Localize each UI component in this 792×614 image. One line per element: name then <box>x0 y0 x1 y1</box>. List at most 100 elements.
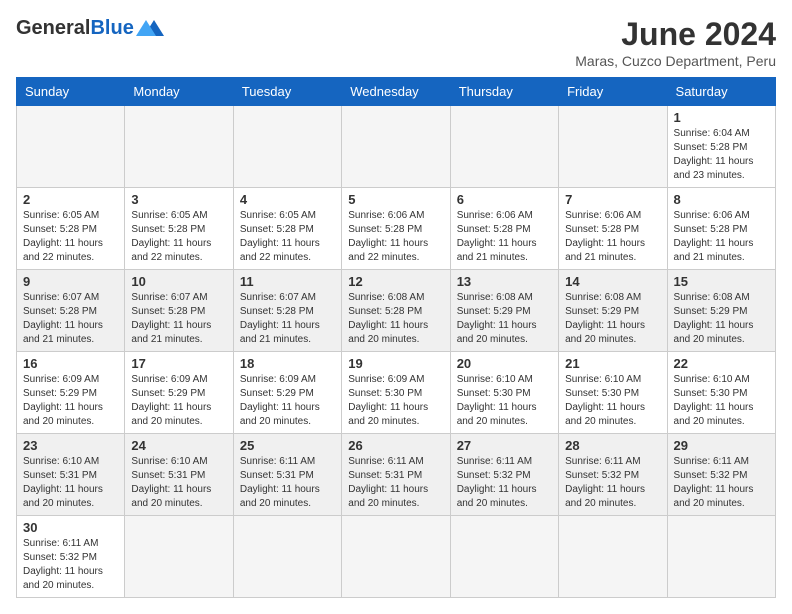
day-info: Sunrise: 6:07 AM Sunset: 5:28 PM Dayligh… <box>131 291 226 347</box>
calendar-day: 14 Sunrise: 6:08 AM Sunset: 5:29 PM Dayli… <box>559 270 667 352</box>
day-info: Sunrise: 6:08 AM Sunset: 5:29 PM Dayligh… <box>565 291 660 347</box>
title-area: June 2024 Maras, Cuzco Department, Peru <box>575 16 776 69</box>
day-number: 6 <box>457 192 552 207</box>
day-number: 30 <box>23 520 118 535</box>
day-number: 7 <box>565 192 660 207</box>
calendar-day: 3Sunrise: 6:05 AM Sunset: 5:28 PM Daylig… <box>125 188 233 270</box>
day-info: Sunrise: 6:10 AM Sunset: 5:31 PM Dayligh… <box>131 455 226 511</box>
day-info: Sunrise: 6:06 AM Sunset: 5:28 PM Dayligh… <box>565 209 660 265</box>
day-number: 18 <box>240 356 335 371</box>
day-info: Sunrise: 6:06 AM Sunset: 5:28 PM Dayligh… <box>457 209 552 265</box>
calendar-day <box>342 516 450 598</box>
calendar-day: 29Sunrise: 6:11 AM Sunset: 5:32 PM Dayli… <box>667 434 775 516</box>
day-number: 4 <box>240 192 335 207</box>
weekday-header: Saturday <box>667 78 775 106</box>
day-number: 23 <box>23 438 118 453</box>
day-info: Sunrise: 6:07 AM Sunset: 5:28 PM Dayligh… <box>240 291 335 347</box>
month-title: June 2024 <box>575 16 776 53</box>
calendar-week-row: 23 Sunrise: 6:10 AM Sunset: 5:31 PM Dayli… <box>17 434 776 516</box>
calendar-day: 9Sunrise: 6:07 AM Sunset: 5:28 PM Daylig… <box>17 270 125 352</box>
day-number: 26 <box>348 438 443 453</box>
weekday-header: Wednesday <box>342 78 450 106</box>
calendar-day: 24 Sunrise: 6:10 AM Sunset: 5:31 PM Dayli… <box>125 434 233 516</box>
day-info: Sunrise: 6:11 AM Sunset: 5:31 PM Dayligh… <box>240 455 335 511</box>
weekday-header: Tuesday <box>233 78 341 106</box>
calendar-day: 15 Sunrise: 6:08 AM Sunset: 5:29 PM Dayli… <box>667 270 775 352</box>
calendar-day: 10 Sunrise: 6:07 AM Sunset: 5:28 PM Dayli… <box>125 270 233 352</box>
day-number: 16 <box>23 356 118 371</box>
weekday-header: Thursday <box>450 78 558 106</box>
calendar-day <box>450 516 558 598</box>
day-number: 1 <box>674 110 769 125</box>
logo: General Blue <box>16 16 168 40</box>
day-number: 17 <box>131 356 226 371</box>
calendar-day <box>667 516 775 598</box>
day-number: 10 <box>131 274 226 289</box>
calendar-day <box>233 516 341 598</box>
calendar-week-row: 2 Sunrise: 6:05 AM Sunset: 5:28 PM Daylig… <box>17 188 776 270</box>
day-info: Sunrise: 6:05 AM Sunset: 5:28 PM Dayligh… <box>23 209 118 265</box>
day-number: 19 <box>348 356 443 371</box>
day-info: Sunrise: 6:10 AM Sunset: 5:30 PM Dayligh… <box>674 373 769 429</box>
day-number: 14 <box>565 274 660 289</box>
calendar-day <box>559 516 667 598</box>
day-number: 28 <box>565 438 660 453</box>
day-info: Sunrise: 6:11 AM Sunset: 5:31 PM Dayligh… <box>348 455 443 511</box>
day-number: 24 <box>131 438 226 453</box>
day-number: 13 <box>457 274 552 289</box>
logo-blue: Blue <box>90 17 133 40</box>
day-info: Sunrise: 6:09 AM Sunset: 5:29 PM Dayligh… <box>23 373 118 429</box>
day-info: Sunrise: 6:05 AM Sunset: 5:28 PM Dayligh… <box>240 209 335 265</box>
day-info: Sunrise: 6:10 AM Sunset: 5:30 PM Dayligh… <box>565 373 660 429</box>
calendar-day <box>559 106 667 188</box>
calendar-day: 19 Sunrise: 6:09 AM Sunset: 5:30 PM Dayli… <box>342 352 450 434</box>
calendar-day <box>450 106 558 188</box>
day-number: 21 <box>565 356 660 371</box>
day-info: Sunrise: 6:10 AM Sunset: 5:30 PM Dayligh… <box>457 373 552 429</box>
calendar-week-row: 16 Sunrise: 6:09 AM Sunset: 5:29 PM Dayli… <box>17 352 776 434</box>
day-number: 20 <box>457 356 552 371</box>
day-info: Sunrise: 6:09 AM Sunset: 5:30 PM Dayligh… <box>348 373 443 429</box>
calendar-day: 4 Sunrise: 6:05 AM Sunset: 5:28 PM Daylig… <box>233 188 341 270</box>
calendar-day: 21 Sunrise: 6:10 AM Sunset: 5:30 PM Dayli… <box>559 352 667 434</box>
calendar-day: 8Sunrise: 6:06 AM Sunset: 5:28 PM Daylig… <box>667 188 775 270</box>
day-info: Sunrise: 6:05 AM Sunset: 5:28 PM Dayligh… <box>131 209 226 265</box>
day-info: Sunrise: 6:04 AM Sunset: 5:28 PM Dayligh… <box>674 127 769 183</box>
calendar-week-row: 9Sunrise: 6:07 AM Sunset: 5:28 PM Daylig… <box>17 270 776 352</box>
weekday-header: Friday <box>559 78 667 106</box>
calendar-day: 25 Sunrise: 6:11 AM Sunset: 5:31 PM Dayli… <box>233 434 341 516</box>
calendar-day: 22Sunrise: 6:10 AM Sunset: 5:30 PM Dayli… <box>667 352 775 434</box>
day-info: Sunrise: 6:06 AM Sunset: 5:28 PM Dayligh… <box>674 209 769 265</box>
calendar-day <box>125 106 233 188</box>
day-number: 15 <box>674 274 769 289</box>
page-header: General Blue June 2024 Maras, Cuzco Depa… <box>16 16 776 69</box>
day-info: Sunrise: 6:07 AM Sunset: 5:28 PM Dayligh… <box>23 291 118 347</box>
day-info: Sunrise: 6:06 AM Sunset: 5:28 PM Dayligh… <box>348 209 443 265</box>
day-number: 27 <box>457 438 552 453</box>
day-info: Sunrise: 6:11 AM Sunset: 5:32 PM Dayligh… <box>565 455 660 511</box>
calendar-day: 16 Sunrise: 6:09 AM Sunset: 5:29 PM Dayli… <box>17 352 125 434</box>
day-number: 2 <box>23 192 118 207</box>
calendar-day: 18 Sunrise: 6:09 AM Sunset: 5:29 PM Dayli… <box>233 352 341 434</box>
calendar-table: SundayMondayTuesdayWednesdayThursdayFrid… <box>16 77 776 598</box>
day-info: Sunrise: 6:09 AM Sunset: 5:29 PM Dayligh… <box>240 373 335 429</box>
calendar-day: 13Sunrise: 6:08 AM Sunset: 5:29 PM Dayli… <box>450 270 558 352</box>
day-info: Sunrise: 6:08 AM Sunset: 5:29 PM Dayligh… <box>674 291 769 347</box>
calendar-day <box>233 106 341 188</box>
calendar-day: 23Sunrise: 6:10 AM Sunset: 5:31 PM Dayli… <box>17 434 125 516</box>
calendar-day: 17 Sunrise: 6:09 AM Sunset: 5:29 PM Dayli… <box>125 352 233 434</box>
calendar-day: 28 Sunrise: 6:11 AM Sunset: 5:32 PM Dayli… <box>559 434 667 516</box>
calendar-day: 7 Sunrise: 6:06 AM Sunset: 5:28 PM Daylig… <box>559 188 667 270</box>
day-info: Sunrise: 6:11 AM Sunset: 5:32 PM Dayligh… <box>457 455 552 511</box>
day-number: 25 <box>240 438 335 453</box>
day-number: 12 <box>348 274 443 289</box>
calendar-week-row: 1 Sunrise: 6:04 AM Sunset: 5:28 PM Daylig… <box>17 106 776 188</box>
day-number: 29 <box>674 438 769 453</box>
logo-general: General <box>16 17 90 40</box>
day-info: Sunrise: 6:11 AM Sunset: 5:32 PM Dayligh… <box>23 537 118 593</box>
calendar-day <box>342 106 450 188</box>
day-info: Sunrise: 6:09 AM Sunset: 5:29 PM Dayligh… <box>131 373 226 429</box>
calendar-day: 12Sunrise: 6:08 AM Sunset: 5:28 PM Dayli… <box>342 270 450 352</box>
calendar-day: 6 Sunrise: 6:06 AM Sunset: 5:28 PM Daylig… <box>450 188 558 270</box>
calendar-day: 20 Sunrise: 6:10 AM Sunset: 5:30 PM Dayli… <box>450 352 558 434</box>
